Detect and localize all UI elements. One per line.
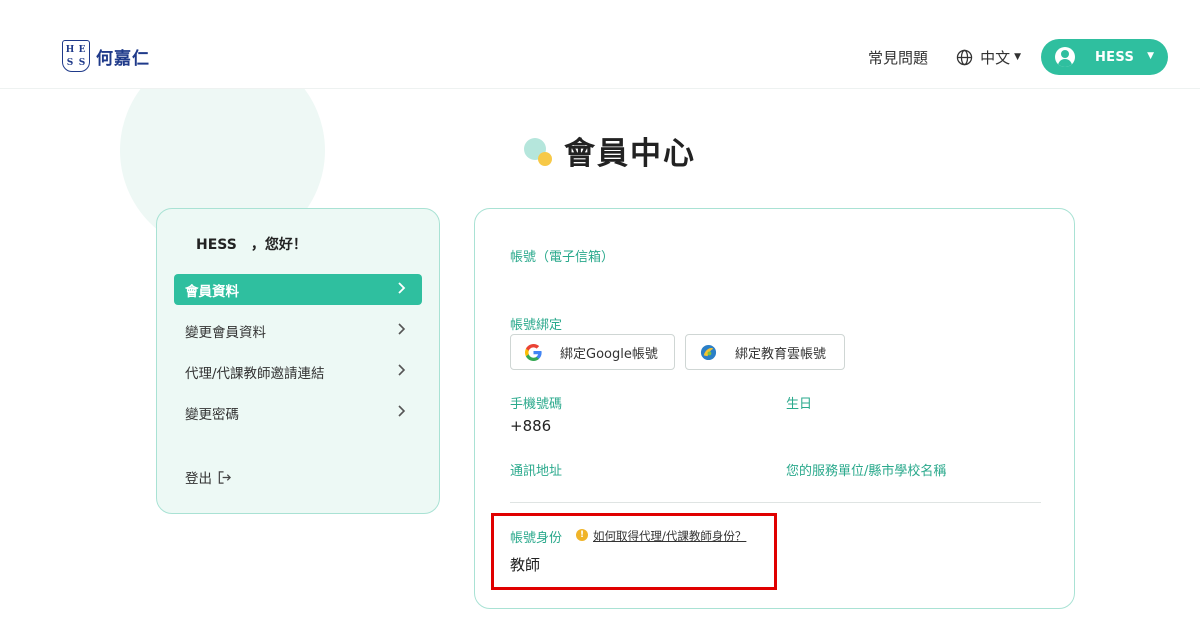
language-label: 中文	[980, 48, 1011, 67]
language-selector[interactable]: 中文 ▼	[956, 47, 1021, 68]
title-dots-icon	[524, 133, 556, 169]
bind-education-cloud-label: 綁定教育雲帳號	[735, 346, 827, 362]
logo-mark-letter: E	[78, 44, 86, 55]
top-header: H E S S 何嘉仁 常見問題 中文 ▼ HESS ▼	[0, 0, 1200, 89]
chevron-right-icon	[398, 405, 406, 417]
logo-mark-letter: H	[65, 44, 75, 55]
sidebar-item-label: 代理/代課教師邀請連結	[185, 365, 325, 382]
chevron-right-icon	[398, 364, 406, 376]
phone-value: +886	[510, 417, 552, 435]
logout-label: 登出	[185, 471, 212, 487]
globe-icon	[956, 49, 973, 65]
hess-shield-logo-icon: H E S S	[62, 40, 90, 72]
logo-mark-letter: S	[66, 57, 74, 68]
bind-google-label: 綁定Google帳號	[560, 346, 658, 362]
member-sidebar: HESS ，您好！ 會員資料 變更會員資料 代理/代課教師邀請連結 變更密碼 登…	[156, 208, 440, 514]
faq-link[interactable]: 常見問題	[868, 47, 928, 68]
page-title-area: 會員中心	[524, 128, 696, 173]
sidebar-item-substitute-invite-link[interactable]: 代理/代課教師邀請連結	[174, 356, 422, 387]
address-label: 通訊地址	[510, 464, 563, 479]
bind-google-button[interactable]: 綁定Google帳號	[510, 334, 675, 370]
divider	[510, 502, 1041, 503]
user-name: HESS	[1095, 49, 1135, 65]
account-email-label: 帳號（電子信箱）	[510, 250, 615, 265]
sidebar-item-member-info[interactable]: 會員資料	[174, 274, 422, 305]
sidebar-item-label: 會員資料	[185, 283, 239, 300]
google-icon	[525, 343, 542, 361]
education-cloud-icon	[700, 344, 717, 360]
logo-mark-letter: S	[78, 57, 86, 68]
logo[interactable]: H E S S 何嘉仁	[62, 40, 150, 72]
account-binding-label: 帳號綁定	[510, 318, 563, 333]
chevron-right-icon	[398, 282, 406, 294]
chevron-right-icon	[398, 323, 406, 335]
sidebar-item-edit-member-info[interactable]: 變更會員資料	[174, 315, 422, 346]
sidebar-item-change-password[interactable]: 變更密碼	[174, 397, 422, 428]
logout-button[interactable]: 登出	[185, 467, 232, 487]
identity-help-link[interactable]: 如何取得代理/代課教師身份？	[593, 528, 746, 544]
caret-down-icon: ▼	[1147, 51, 1154, 61]
logout-icon	[218, 470, 231, 484]
phone-label: 手機號碼	[510, 397, 563, 412]
info-icon: !	[576, 529, 588, 541]
sidebar-item-label: 變更會員資料	[185, 324, 266, 341]
sidebar-item-label: 變更密碼	[185, 406, 239, 423]
user-avatar-icon	[1055, 47, 1075, 67]
school-label: 您的服務單位/縣市學校名稱	[786, 464, 947, 479]
account-identity-label: 帳號身份	[510, 531, 563, 546]
birthday-label: 生日	[786, 397, 813, 412]
logo-text: 何嘉仁	[96, 48, 150, 69]
account-identity-value: 教師	[510, 556, 541, 574]
greeting: HESS ，您好！	[196, 237, 307, 253]
member-info-panel: 帳號（電子信箱） 帳號綁定 綁定Google帳號 綁定教育雲帳號 手機號碼 +8…	[474, 208, 1075, 609]
bind-education-cloud-button[interactable]: 綁定教育雲帳號	[685, 334, 845, 370]
caret-down-icon: ▼	[1014, 52, 1021, 62]
user-menu-button[interactable]: HESS ▼	[1041, 39, 1168, 75]
page-title: 會員中心	[564, 136, 696, 172]
top-nav: 常見問題 中文 ▼ HESS ▼	[868, 39, 1168, 75]
